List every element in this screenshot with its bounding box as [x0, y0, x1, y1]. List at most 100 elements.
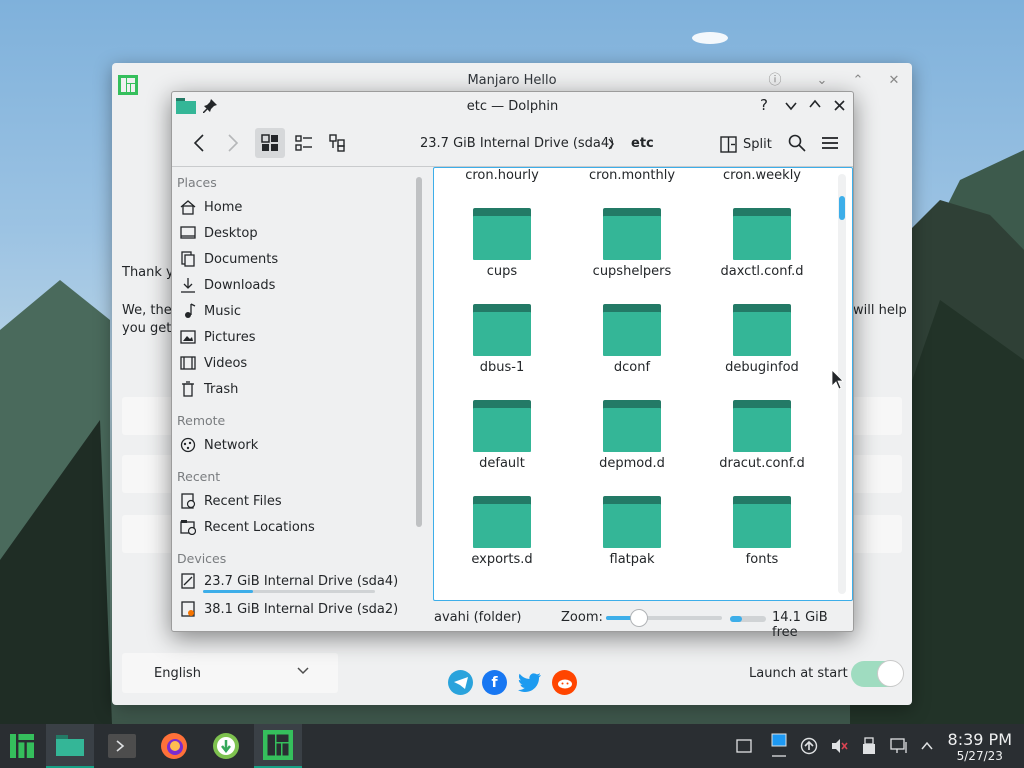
folder-item[interactable]: fonts [702, 496, 822, 592]
network-icon [178, 435, 198, 455]
network-status-icon[interactable] [889, 736, 909, 756]
status-selection: avahi (folder) [434, 610, 522, 625]
pin-icon[interactable] [203, 99, 217, 113]
folder-name: dracut.conf.d [719, 456, 805, 471]
clock[interactable]: 8:39 PM 5/27/23 [948, 730, 1012, 763]
taskbar-dolphin[interactable] [46, 724, 94, 768]
menu-button[interactable] [815, 128, 845, 158]
installer-icon [213, 733, 239, 759]
folder-icon [733, 304, 791, 356]
twitter-icon[interactable] [517, 670, 542, 695]
folder-name: fonts [745, 552, 779, 567]
places-item-recent-files[interactable]: Recent Files [178, 489, 404, 513]
folder-item[interactable]: cups [442, 208, 562, 304]
close-button[interactable] [833, 99, 846, 112]
dolphin-titlebar: etc — Dolphin ? [172, 92, 853, 120]
places-item-label: 23.7 GiB Internal Drive (sda4) [204, 573, 399, 589]
back-button[interactable] [184, 128, 214, 158]
show-desktop-icon[interactable] [734, 736, 754, 756]
folder-item[interactable]: flatpak [572, 496, 692, 592]
updates-icon[interactable] [799, 736, 819, 756]
folder-item[interactable]: cron.weekly [702, 168, 822, 208]
places-header: Places [177, 175, 217, 190]
minimize-button[interactable]: ⌄ [814, 73, 830, 89]
breadcrumb-drive[interactable]: 23.7 GiB Internal Drive (sda4) [420, 136, 614, 151]
maximize-button[interactable] [808, 98, 822, 110]
places-item-network[interactable]: Network [178, 433, 404, 457]
zoom-slider[interactable] [606, 609, 722, 627]
chevron-up-icon[interactable] [917, 736, 937, 756]
taskbar-terminal[interactable] [100, 724, 144, 768]
taskbar-manjaro-hello[interactable] [254, 724, 302, 768]
compact-view-button[interactable] [289, 128, 319, 158]
places-item-videos[interactable]: Videos [178, 351, 404, 375]
folder-icon [473, 208, 531, 260]
places-scrollbar[interactable] [416, 177, 422, 527]
clipboard-icon[interactable] [769, 730, 789, 762]
places-item-downloads[interactable]: Downloads [178, 273, 404, 297]
folder-item[interactable]: exports.d [442, 496, 562, 592]
window-title: etc — Dolphin [466, 98, 559, 114]
folder-name: flatpak [609, 552, 655, 567]
places-item-home[interactable]: Home [178, 195, 404, 219]
free-space-text[interactable]: 14.1 GiB free [772, 610, 853, 640]
icons-view-button[interactable] [255, 128, 285, 158]
folder-item[interactable]: cron.hourly [442, 168, 562, 208]
reddit-icon[interactable] [552, 670, 577, 695]
minimize-button[interactable] [784, 100, 798, 112]
places-item-documents[interactable]: Documents [178, 247, 404, 271]
folder-item[interactable]: debuginfod [702, 304, 822, 400]
clock-date: 5/27/23 [956, 749, 1003, 763]
maximize-button[interactable]: ⌃ [850, 73, 866, 89]
places-item-label: Recent Files [204, 493, 282, 509]
taskbar-installer[interactable] [204, 724, 248, 768]
folder-item[interactable]: daxctl.conf.d [702, 208, 822, 304]
scrollbar-thumb[interactable] [839, 196, 845, 220]
facebook-icon[interactable]: f [482, 670, 507, 695]
forward-button[interactable] [218, 128, 248, 158]
taskbar: 8:39 PM 5/27/23 [0, 724, 1024, 768]
folder-icon [733, 496, 791, 548]
folder-item[interactable]: dbus-1 [442, 304, 562, 400]
details-view-button[interactable] [323, 128, 353, 158]
places-item-recent-locations[interactable]: Recent Locations [178, 515, 404, 539]
pictures-icon [178, 327, 198, 347]
places-item-desktop[interactable]: Desktop [178, 221, 404, 245]
places-item-pictures[interactable]: Pictures [178, 325, 404, 349]
manjaro-logo-icon [118, 75, 138, 95]
telegram-icon[interactable] [448, 670, 473, 695]
places-item-label: Network [204, 437, 259, 453]
close-button[interactable]: ✕ [886, 73, 902, 89]
folder-item[interactable]: dracut.conf.d [702, 400, 822, 496]
zoom-handle[interactable] [630, 609, 648, 627]
application-launcher-button[interactable] [0, 724, 44, 768]
volume-muted-icon[interactable] [829, 736, 849, 756]
help-icon[interactable]: ⓘ [767, 73, 783, 89]
split-button[interactable]: Split [720, 130, 772, 158]
mouse-cursor-icon [832, 370, 844, 390]
folder-item[interactable]: cupshelpers [572, 208, 692, 304]
file-view[interactable]: cron.hourly cron.monthly cron.weekly cups cu… [433, 167, 853, 601]
welcome-text: Thank y [122, 265, 174, 280]
taskbar-firefox[interactable] [152, 724, 196, 768]
music-icon [178, 301, 198, 321]
intro-text: We, the [122, 303, 172, 318]
language-select[interactable]: English [122, 653, 338, 693]
places-item-music[interactable]: Music [178, 299, 404, 323]
places-item-trash[interactable]: Trash [178, 377, 404, 401]
drive-capacity-bar [203, 590, 375, 593]
drive-capacity-fill [203, 590, 253, 593]
window-title: Manjaro Hello [467, 72, 557, 88]
folder-item[interactable]: depmod.d [572, 400, 692, 496]
launch-at-start-toggle[interactable] [851, 660, 904, 687]
folder-item[interactable]: dconf [572, 304, 692, 400]
usb-device-icon[interactable] [859, 736, 879, 756]
folder-item[interactable]: cron.monthly [572, 168, 692, 208]
search-button[interactable] [782, 128, 812, 158]
folder-item[interactable]: default [442, 400, 562, 496]
folder-name: cron.monthly [588, 168, 676, 183]
help-icon[interactable]: ? [760, 96, 768, 114]
documents-icon [178, 249, 198, 269]
drive-icon [178, 571, 198, 591]
breadcrumb-current[interactable]: etc [631, 136, 654, 151]
